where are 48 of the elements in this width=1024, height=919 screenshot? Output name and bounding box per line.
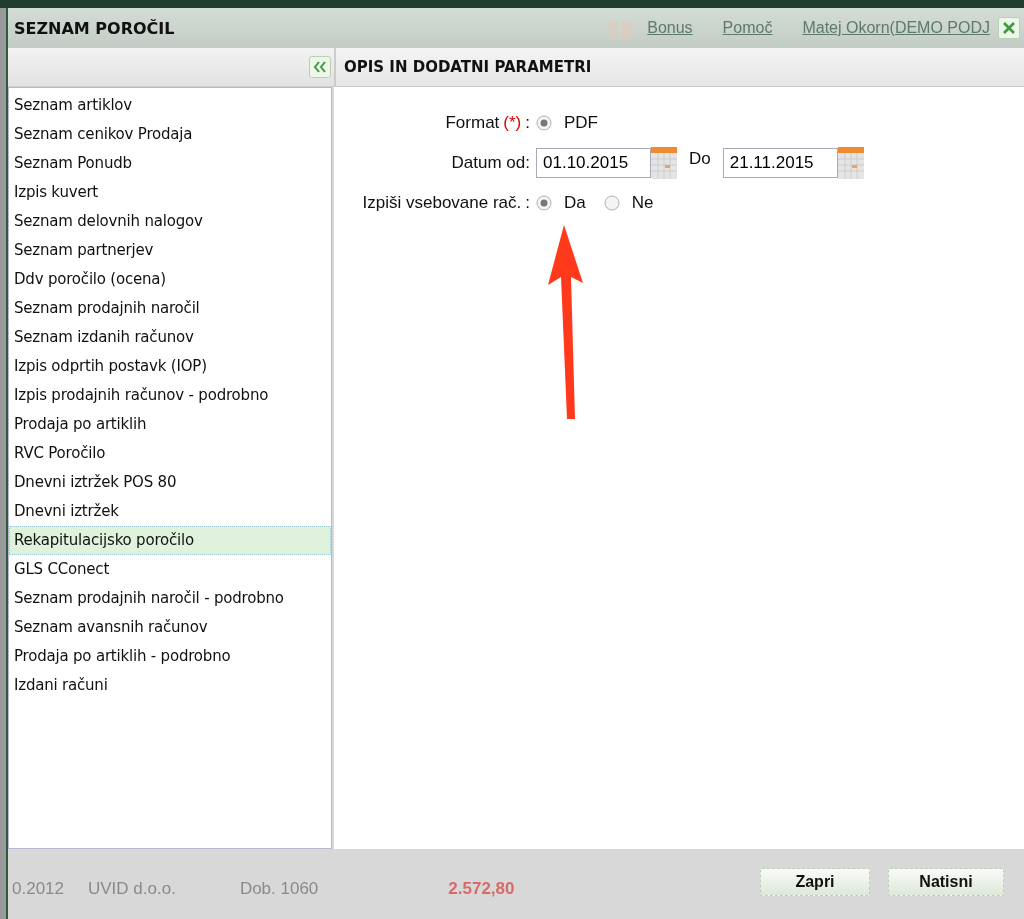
report-item[interactable]: Izpis prodajnih računov - podrobno <box>9 381 331 410</box>
colon: : <box>525 113 530 133</box>
report-item[interactable]: Seznam cenikov Prodaja <box>9 120 331 149</box>
report-item[interactable]: Rekapitulacijsko poročilo <box>9 526 331 555</box>
radio-button[interactable] <box>603 195 620 211</box>
report-item[interactable]: Izdani računi <box>9 671 331 700</box>
report-item[interactable]: Prodaja po artiklih <box>9 410 331 439</box>
colon: : <box>525 193 530 213</box>
report-item[interactable]: Seznam prodajnih naročil - podrobno <box>9 584 331 613</box>
report-item[interactable]: Seznam avansnih računov <box>9 613 331 642</box>
field-label: Izpiši vsebovane rač. <box>362 193 522 213</box>
field-label: Do <box>689 149 711 169</box>
close-icon[interactable] <box>998 17 1020 39</box>
radio-label: Da <box>564 193 586 213</box>
report-item[interactable]: Dnevni iztržek <box>9 497 331 526</box>
radio-label: Ne <box>631 193 654 213</box>
report-item[interactable]: Ddv poročilo (ocena) <box>9 265 331 294</box>
radio-button[interactable] <box>536 195 552 211</box>
report-item[interactable]: GLS CConect <box>9 555 331 584</box>
table-cell: UVID d.o.o. <box>88 879 176 899</box>
report-item[interactable]: Seznam izdanih računov <box>9 323 331 352</box>
required-mark: (*) <box>503 113 522 133</box>
report-item[interactable]: Seznam prodajnih naročil <box>9 294 331 323</box>
report-item[interactable]: Seznam artiklov <box>9 91 331 120</box>
radio-button[interactable] <box>536 115 552 131</box>
report-item[interactable]: Seznam Ponudb <box>9 149 331 178</box>
report-item[interactable]: Dnevni iztržek POS 80 <box>9 468 331 497</box>
dialog-title: SEZNAM POROČIL <box>14 18 175 38</box>
report-item[interactable]: Izpis kuvert <box>9 178 331 207</box>
field-label: Format <box>445 113 500 133</box>
table-cell: 2.572,80 <box>448 879 515 899</box>
table-cell: 0.2012 <box>12 879 64 899</box>
date-field[interactable]: 21.11.2015 <box>722 148 838 178</box>
calendar-icon[interactable] <box>837 147 864 179</box>
panel-title: OPIS IN DODATNI PARAMETRI <box>344 58 592 76</box>
dialog-button[interactable]: Natisni <box>888 868 1004 896</box>
report-item[interactable]: Seznam delovnih nalogov <box>9 207 331 236</box>
calendar-icon[interactable] <box>651 147 677 179</box>
table-cell: Dob. 1060 <box>239 879 319 899</box>
dialog-button[interactable]: Zapri <box>760 868 870 896</box>
report-item[interactable]: Seznam partnerjev <box>9 236 331 265</box>
report-item[interactable]: Prodaja po artiklih - podrobno <box>9 642 331 671</box>
date-field[interactable]: 01.10.2015 <box>536 148 651 178</box>
collapse-icon[interactable] <box>309 56 331 78</box>
report-item[interactable]: Izpis odprtih postavk (IOP) <box>9 352 331 381</box>
report-item[interactable]: RVC Poročilo <box>9 439 331 468</box>
radio-label: PDF <box>564 113 598 133</box>
field-label: Datum od: <box>451 153 530 173</box>
